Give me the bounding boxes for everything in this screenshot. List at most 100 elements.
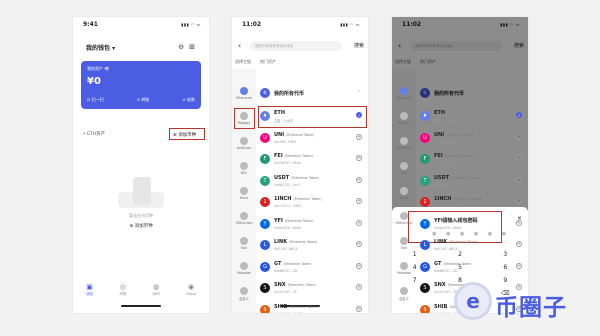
add-token-toggle[interactable]: + — [516, 133, 522, 140]
search-input[interactable]: 搜索币种名称或合约地址 — [250, 41, 342, 51]
token-row[interactable]: F FEI (Ethereum Token) 0x956F47...FA5d + — [420, 150, 524, 172]
empty-add-token[interactable]: ⊕ 添加币种 — [73, 223, 209, 229]
token-row[interactable]: 1 1INCH (Ethereum Token) 0x111111...3302 + — [420, 193, 524, 215]
token-icon: G — [420, 261, 430, 272]
search-button[interactable]: 搜索 — [354, 42, 364, 49]
token-row[interactable]: Y YFI (Ethereum Token) 0x0bc529...6a9e + — [260, 215, 364, 237]
add-token-toggle[interactable]: + — [356, 176, 362, 183]
token-address: 0xe66747...2D — [274, 268, 298, 273]
network-item[interactable]: Polkadot — [232, 262, 256, 275]
network-item[interactable]: Polkadot — [392, 262, 416, 275]
token-row[interactable]: S SNX(Ethereum Token) 0xC011a7...2F + — [260, 279, 364, 301]
add-token-toggle[interactable]: + — [516, 219, 522, 226]
token-network: (Ethereum Token) — [444, 154, 473, 158]
token-name: UNI — [274, 131, 285, 138]
network-icon — [400, 162, 408, 170]
wallet-home-screen: 9:41 ▮▮▮ ◠ ▭ 我的钱包 ▾ ⊖⊞ 我的资产 👁 ¥0 ⊡ 扫一扫 ⊙… — [73, 17, 209, 313]
add-token-toggle[interactable]: ✓ — [356, 112, 362, 118]
network-item[interactable]: BSC — [392, 162, 416, 175]
add-token-toggle[interactable]: + — [356, 241, 362, 247]
token-row[interactable]: U UNI (Ethereum Token) 0x1f98...F984 + — [420, 129, 524, 151]
add-token-toggle[interactable]: + — [356, 284, 362, 290]
network-icon — [400, 187, 408, 195]
token-address: 0xdAC17F...1ec7 — [434, 182, 461, 187]
tab-market[interactable]: ◎ 市场 — [119, 283, 126, 297]
token-icon: F — [260, 154, 270, 164]
token-icon: 1 — [260, 197, 270, 207]
add-token-toggle[interactable]: + — [356, 155, 362, 161]
network-item[interactable]: Polygon — [232, 112, 256, 125]
token-icon: S — [260, 283, 270, 293]
token-row[interactable]: L LINK (Ethereum Token) 0x5149...86CA + — [420, 236, 524, 258]
token-icon: S — [260, 304, 270, 313]
token-row[interactable]: U UNI (Ethereum Token) 0x1f98...F984 + — [260, 129, 364, 151]
network-item[interactable]: Tron — [392, 237, 416, 250]
token-name: USDT — [274, 174, 290, 181]
network-item[interactable]: Arbitrum — [232, 137, 256, 150]
all-tokens-row[interactable]: b 我的所有代币 › — [260, 84, 364, 106]
token-row[interactable]: T USDT (Ethereum Token) 0xdAC17F...1ec7 + — [420, 172, 524, 194]
status-icons: ▮▮▮ ◠ ▭ — [181, 22, 201, 27]
network-item[interactable]: Ethereum — [392, 87, 416, 100]
token-icon: ♦ — [260, 111, 270, 121]
token-row[interactable]: L LINK (Ethereum Token) 0x5149...86CA + — [260, 236, 364, 258]
add-token-toggle[interactable]: + — [356, 262, 362, 269]
add-token-toggle[interactable]: ✓ — [516, 112, 522, 118]
token-network: (Ethereum Token) — [444, 218, 474, 223]
transfer-button[interactable]: ⊙ 转账 — [137, 97, 150, 103]
network-icon — [400, 87, 408, 95]
add-token-toggle[interactable]: + — [516, 262, 522, 269]
token-row[interactable]: F FEI (Ethereum Token) 0x956F47...FA5d + — [260, 150, 364, 172]
network-item[interactable]: Ethereum — [232, 87, 256, 100]
token-name: SHIB — [434, 303, 448, 310]
status-time: 11:02 — [242, 21, 262, 28]
network-icon — [240, 137, 248, 145]
tab-defi[interactable]: ◍ DeFi — [153, 283, 161, 297]
token-name: SNX — [434, 282, 446, 288]
token-row[interactable]: G GT (Ethereum Token) 0xe66747...2D + — [260, 258, 364, 280]
network-item[interactable]: Tron — [232, 237, 256, 250]
add-token-toggle[interactable]: + — [516, 198, 522, 204]
minus-circle-icon[interactable]: ⊖ — [178, 43, 189, 51]
token-name: USDT — [434, 174, 450, 181]
header-icons[interactable]: ⊖⊞ — [178, 43, 200, 51]
token-row[interactable]: G GT (Ethereum Token) 0xe66747...2D + — [420, 258, 524, 280]
wallet-icon: ▣ — [86, 283, 93, 291]
add-token-toggle[interactable]: + — [356, 198, 362, 204]
market-icon: ◎ — [119, 283, 126, 291]
network-item[interactable]: OKExchain — [232, 212, 256, 225]
token-row[interactable]: Y YFI (Ethereum Token) 0x0bc529...6a9e + — [420, 215, 524, 237]
network-item[interactable]: Arbitrum — [392, 137, 416, 150]
token-row[interactable]: ♦ ETH 主链 · 以太坊 ✓ — [260, 107, 364, 129]
network-item[interactable]: Polygon — [392, 112, 416, 125]
tab-dapp[interactable]: ◉ DApp — [186, 283, 195, 297]
token-address: 0x0bc529...6a9e — [434, 225, 461, 230]
token-network: (Ethereum Token) — [289, 240, 318, 244]
receive-button[interactable]: ⊙ 收款 — [182, 97, 195, 103]
tab-wallet[interactable]: ▣ 钱包 — [86, 283, 93, 297]
token-row[interactable]: ♦ ETH 主链 · 以太坊 ✓ — [420, 107, 524, 129]
network-item[interactable]: Heco — [392, 187, 416, 200]
token-row[interactable]: S SHIB(Ethereum Token) 0x95aD61...C4CE + — [260, 301, 364, 313]
add-token-toggle[interactable]: + — [356, 305, 362, 312]
network-item[interactable]: BSC — [232, 162, 256, 175]
network-item[interactable]: 自定义 — [392, 287, 416, 301]
scan-button[interactable]: ⊡ 扫一扫 — [87, 97, 104, 103]
network-item[interactable]: 自定义 — [232, 287, 256, 301]
network-icon — [400, 287, 408, 295]
token-row[interactable]: T USDT (Ethereum Token) 0xdAC17F...1ec7 + — [260, 172, 364, 194]
asset-label: 我的资产 👁 — [87, 66, 110, 71]
network-item[interactable]: OKExchain — [392, 212, 416, 225]
add-token-toggle[interactable]: + — [516, 241, 522, 247]
back-arrow-icon[interactable]: ‹ — [238, 41, 241, 50]
add-token-toggle[interactable]: + — [516, 176, 522, 183]
token-row[interactable]: 1 1INCH (Ethereum Token) 0x111111...3302 + — [260, 193, 364, 215]
add-token-toggle[interactable]: + — [356, 133, 362, 140]
wallet-selector[interactable]: 我的钱包 ▾ — [86, 43, 115, 52]
add-token-toggle[interactable]: + — [356, 219, 362, 226]
token-name: 1INCH — [274, 196, 292, 202]
network-item[interactable]: Heco — [232, 187, 256, 200]
qr-scan-icon[interactable]: ⊞ — [189, 43, 200, 51]
add-token-button[interactable]: ⊕ 添加币种 — [169, 128, 205, 140]
add-token-toggle[interactable]: + — [516, 155, 522, 161]
